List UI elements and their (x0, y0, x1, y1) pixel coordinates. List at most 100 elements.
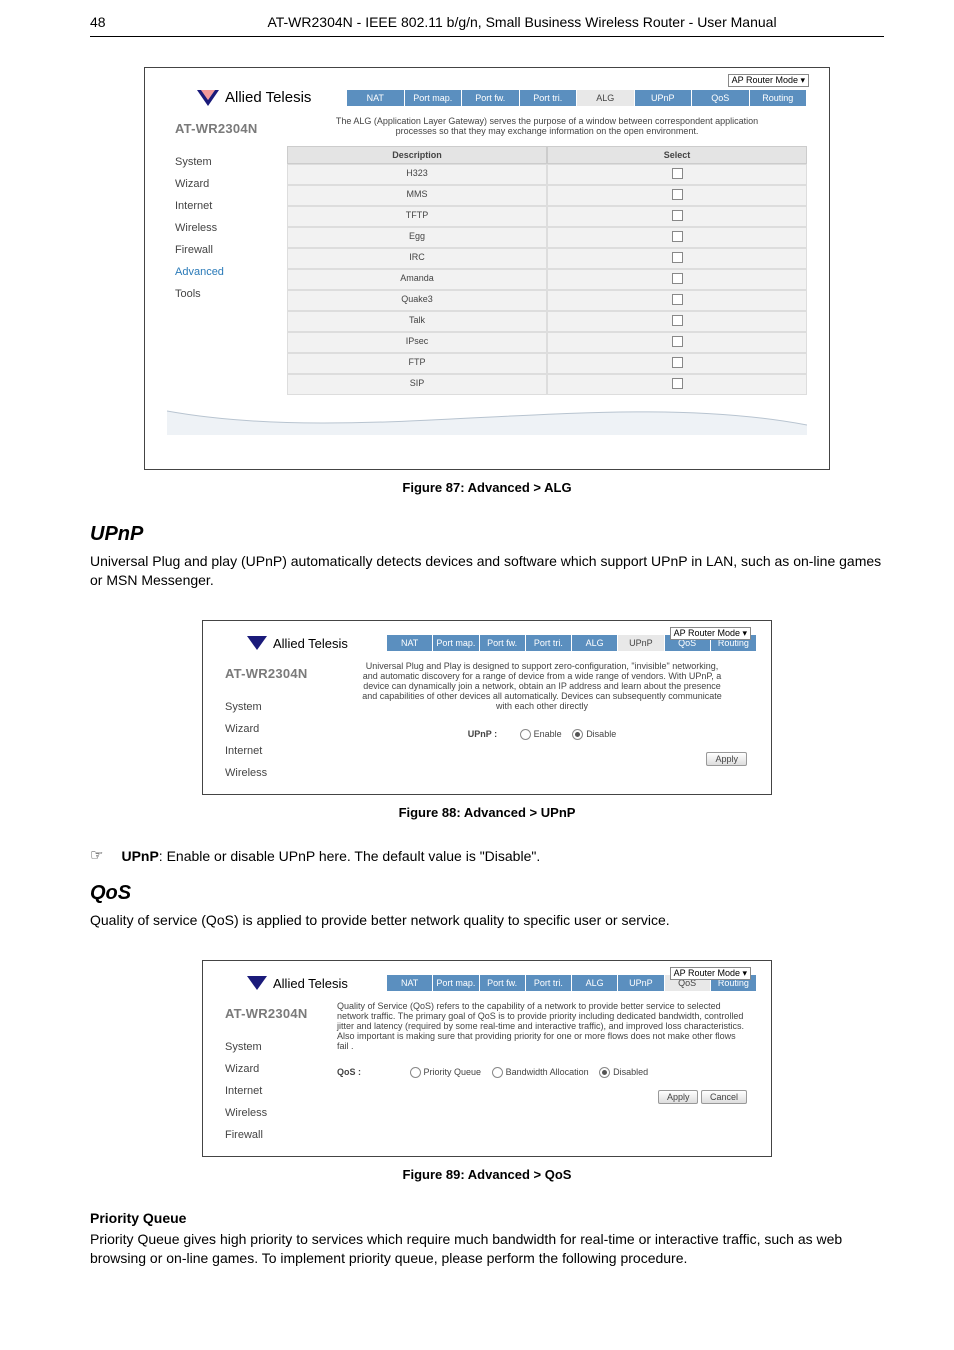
section-heading-qos: QoS (90, 882, 884, 905)
screenshot-qos: AP Router Mode ▾ Allied Telesis NAT Port… (202, 960, 772, 1157)
qos-paragraph: Quality of service (QoS) is applied to p… (90, 911, 884, 930)
priority-queue-paragraph: Priority Queue gives high priority to se… (90, 1230, 884, 1268)
tab-upnp[interactable]: UPnP (618, 975, 664, 991)
sidebar-item-wireless[interactable]: Wireless (167, 217, 287, 239)
alg-checkbox[interactable] (672, 273, 683, 284)
upnp-bullet: UPnP: Enable or disable UPnP here. The d… (121, 848, 540, 864)
alg-row-label: H323 (287, 164, 547, 185)
tab-nat[interactable]: NAT (387, 635, 433, 651)
alg-checkbox[interactable] (672, 231, 683, 242)
alg-checkbox[interactable] (672, 336, 683, 347)
radio-disable[interactable] (572, 729, 583, 740)
apply-button[interactable]: Apply (706, 752, 747, 766)
alg-row-label: FTP (287, 353, 547, 374)
upnp-paragraph: Universal Plug and play (UPnP) automatic… (90, 552, 884, 590)
radio-bandwidth-alloc[interactable] (492, 1067, 503, 1078)
cancel-button[interactable]: Cancel (701, 1090, 747, 1104)
tab-alg[interactable]: ALG (577, 90, 635, 106)
alg-row-label: IPsec (287, 332, 547, 353)
apply-button[interactable]: Apply (658, 1090, 699, 1104)
tab-portfw[interactable]: Port fw. (462, 90, 520, 106)
figure-87-caption: Figure 87: Advanced > ALG (90, 480, 884, 495)
alg-checkbox[interactable] (672, 294, 683, 305)
brand-text: Allied Telesis (273, 636, 348, 651)
radio-enable[interactable] (520, 729, 531, 740)
tab-portmap[interactable]: Port map. (433, 975, 479, 991)
alg-checkbox[interactable] (672, 168, 683, 179)
tab-routing[interactable]: Routing (750, 90, 808, 106)
radio-ba-label: Bandwidth Allocation (506, 1067, 589, 1077)
tab-upnp[interactable]: UPnP (618, 635, 664, 651)
tab-bar: NAT Port map. Port fw. Port tri. ALG UPn… (347, 90, 807, 106)
alg-checkbox[interactable] (672, 252, 683, 263)
sidebar-item-internet[interactable]: Internet (217, 740, 327, 762)
model-label: AT-WR2304N (167, 116, 287, 141)
logo-icon (197, 90, 219, 106)
screenshot-upnp: AP Router Mode ▾ Allied Telesis NAT Port… (202, 620, 772, 795)
sidebar-item-firewall[interactable]: Firewall (167, 239, 287, 261)
tab-portmap[interactable]: Port map. (433, 635, 479, 651)
page-title: AT-WR2304N - IEEE 802.11 b/g/n, Small Bu… (160, 14, 884, 30)
tab-nat[interactable]: NAT (347, 90, 405, 106)
tab-qos[interactable]: QoS (692, 90, 750, 106)
sidebar-item-advanced[interactable]: Advanced (167, 261, 287, 283)
sidebar-item-tools[interactable]: Tools (167, 283, 287, 305)
model-label: AT-WR2304N (217, 1001, 327, 1026)
mode-selector[interactable]: AP Router Mode ▾ (670, 627, 751, 640)
col-description: Description (287, 146, 547, 164)
screenshot-alg: AP Router Mode ▾ Allied Telesis NAT Port… (144, 67, 830, 470)
alg-checkbox[interactable] (672, 315, 683, 326)
radio-disable-label: Disable (586, 729, 616, 739)
mode-selector[interactable]: AP Router Mode ▾ (728, 74, 809, 87)
col-select: Select (547, 146, 807, 164)
radio-dis-label: Disabled (613, 1067, 648, 1077)
tab-portfw[interactable]: Port fw. (480, 635, 526, 651)
sidebar-item-wizard[interactable]: Wizard (167, 173, 287, 195)
alg-description: The ALG (Application Layer Gateway) serv… (287, 112, 807, 146)
alg-row-label: Egg (287, 227, 547, 248)
tab-portmap[interactable]: Port map. (405, 90, 463, 106)
alg-row-label: TFTP (287, 206, 547, 227)
sidebar-item-internet[interactable]: Internet (167, 195, 287, 217)
tab-porttri[interactable]: Port tri. (520, 90, 578, 106)
sidebar-item-wizard[interactable]: Wizard (217, 718, 327, 740)
radio-pq-label: Priority Queue (424, 1067, 482, 1077)
tab-portfw[interactable]: Port fw. (480, 975, 526, 991)
figure-89-caption: Figure 89: Advanced > QoS (90, 1167, 884, 1182)
sidebar-item-system[interactable]: System (217, 696, 327, 718)
alg-checkbox[interactable] (672, 210, 683, 221)
priority-queue-heading: Priority Queue (90, 1210, 884, 1226)
radio-priority-queue[interactable] (410, 1067, 421, 1078)
section-heading-upnp: UPnP (90, 523, 884, 546)
alg-row-label: Quake3 (287, 290, 547, 311)
logo-icon (247, 636, 267, 650)
figure-88-caption: Figure 88: Advanced > UPnP (90, 805, 884, 820)
alg-row-label: SIP (287, 374, 547, 395)
tab-upnp[interactable]: UPnP (635, 90, 693, 106)
radio-disabled[interactable] (599, 1067, 610, 1078)
sidebar-item-system[interactable]: System (167, 151, 287, 173)
tab-alg[interactable]: ALG (572, 975, 618, 991)
tab-alg[interactable]: ALG (572, 635, 618, 651)
sidebar: AT-WR2304N System Wizard Internet Wirele… (167, 112, 287, 395)
alg-checkbox[interactable] (672, 357, 683, 368)
sidebar-item-wireless[interactable]: Wireless (217, 762, 327, 784)
alg-row-label: Talk (287, 311, 547, 332)
sidebar-item-firewall[interactable]: Firewall (217, 1124, 327, 1146)
sidebar-item-wireless[interactable]: Wireless (217, 1102, 327, 1124)
alg-checkbox[interactable] (672, 189, 683, 200)
sidebar-item-system[interactable]: System (217, 1036, 327, 1058)
upnp-field-label: UPnP : (468, 729, 497, 739)
tab-nat[interactable]: NAT (387, 975, 433, 991)
tab-porttri[interactable]: Port tri. (526, 975, 572, 991)
radio-enable-label: Enable (534, 729, 562, 739)
logo-icon (247, 976, 267, 990)
qos-field-label: QoS : (337, 1067, 387, 1077)
sidebar-item-wizard[interactable]: Wizard (217, 1058, 327, 1080)
alg-row-label: Amanda (287, 269, 547, 290)
tab-porttri[interactable]: Port tri. (526, 635, 572, 651)
alg-checkbox[interactable] (672, 378, 683, 389)
sidebar-item-internet[interactable]: Internet (217, 1080, 327, 1102)
page-number: 48 (90, 14, 160, 30)
mode-selector[interactable]: AP Router Mode ▾ (670, 967, 751, 980)
